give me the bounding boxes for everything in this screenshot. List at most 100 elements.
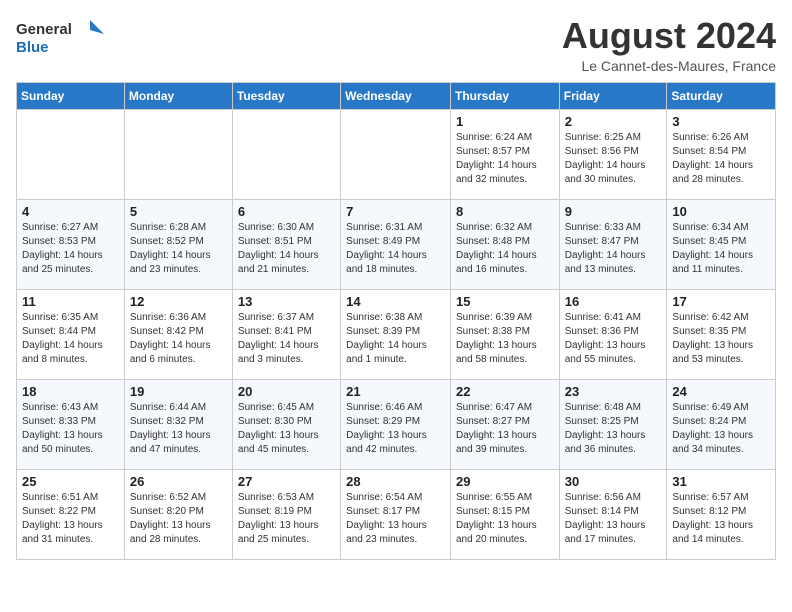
svg-text:Blue: Blue [16,39,49,56]
day-info: Sunrise: 6:39 AMSunset: 8:38 PMDaylight:… [456,311,554,367]
month-title: August 2024 [562,16,776,56]
calendar-cell: 25 Sunrise: 6:51 AMSunset: 8:22 PMDayligh… [17,469,125,559]
day-info: Sunrise: 6:41 AMSunset: 8:36 PMDaylight:… [565,311,662,367]
day-info: Sunrise: 6:32 AMSunset: 8:48 PMDaylight:… [456,221,554,277]
calendar-cell: 27 Sunrise: 6:53 AMSunset: 8:19 PMDayligh… [232,469,340,559]
day-info: Sunrise: 6:56 AMSunset: 8:14 PMDaylight:… [565,491,662,547]
day-info: Sunrise: 6:51 AMSunset: 8:22 PMDaylight:… [22,491,119,547]
day-number: 30 [565,474,662,489]
day-info: Sunrise: 6:45 AMSunset: 8:30 PMDaylight:… [238,401,335,457]
calendar-week-row: 1 Sunrise: 6:24 AMSunset: 8:57 PMDaylight… [17,109,776,199]
day-number: 11 [22,294,119,309]
calendar-cell: 5 Sunrise: 6:28 AMSunset: 8:52 PMDaylight… [124,199,232,289]
day-number: 2 [565,114,662,129]
header-row: SundayMondayTuesdayWednesdayThursdayFrid… [17,82,776,109]
day-info: Sunrise: 6:33 AMSunset: 8:47 PMDaylight:… [565,221,662,277]
day-info: Sunrise: 6:47 AMSunset: 8:27 PMDaylight:… [456,401,554,457]
day-info: Sunrise: 6:35 AMSunset: 8:44 PMDaylight:… [22,311,119,367]
weekday-header: Tuesday [232,82,340,109]
calendar-week-row: 18 Sunrise: 6:43 AMSunset: 8:33 PMDayligh… [17,379,776,469]
day-number: 1 [456,114,554,129]
day-info: Sunrise: 6:25 AMSunset: 8:56 PMDaylight:… [565,131,662,187]
day-info: Sunrise: 6:36 AMSunset: 8:42 PMDaylight:… [130,311,227,367]
weekday-header: Monday [124,82,232,109]
calendar-cell: 24 Sunrise: 6:49 AMSunset: 8:24 PMDayligh… [667,379,776,469]
calendar-table: SundayMondayTuesdayWednesdayThursdayFrid… [16,82,776,560]
calendar-cell [232,109,340,199]
day-info: Sunrise: 6:48 AMSunset: 8:25 PMDaylight:… [565,401,662,457]
day-info: Sunrise: 6:49 AMSunset: 8:24 PMDaylight:… [672,401,770,457]
day-number: 14 [346,294,445,309]
calendar-cell: 28 Sunrise: 6:54 AMSunset: 8:17 PMDayligh… [341,469,451,559]
calendar-cell [341,109,451,199]
calendar-cell: 3 Sunrise: 6:26 AMSunset: 8:54 PMDaylight… [667,109,776,199]
calendar-cell: 8 Sunrise: 6:32 AMSunset: 8:48 PMDaylight… [450,199,559,289]
day-number: 28 [346,474,445,489]
calendar-cell: 17Sunrise: 6:42 AMSunset: 8:35 PMDayligh… [667,289,776,379]
day-info: Sunrise: 6:55 AMSunset: 8:15 PMDaylight:… [456,491,554,547]
calendar-cell: 13Sunrise: 6:37 AMSunset: 8:41 PMDayligh… [232,289,340,379]
day-info: Sunrise: 6:34 AMSunset: 8:45 PMDaylight:… [672,221,770,277]
day-info: Sunrise: 6:26 AMSunset: 8:54 PMDaylight:… [672,131,770,187]
day-number: 12 [130,294,227,309]
day-number: 29 [456,474,554,489]
calendar-cell: 23 Sunrise: 6:48 AMSunset: 8:25 PMDayligh… [559,379,667,469]
day-info: Sunrise: 6:38 AMSunset: 8:39 PMDaylight:… [346,311,445,367]
day-info: Sunrise: 6:54 AMSunset: 8:17 PMDaylight:… [346,491,445,547]
calendar-cell: 2 Sunrise: 6:25 AMSunset: 8:56 PMDaylight… [559,109,667,199]
weekday-header: Saturday [667,82,776,109]
location: Le Cannet-des-Maures, France [562,58,776,74]
calendar-cell: 26 Sunrise: 6:52 AMSunset: 8:20 PMDayligh… [124,469,232,559]
logo-svg: General Blue [16,16,106,60]
calendar-cell: 22 Sunrise: 6:47 AMSunset: 8:27 PMDayligh… [450,379,559,469]
day-info: Sunrise: 6:53 AMSunset: 8:19 PMDaylight:… [238,491,335,547]
calendar-cell: 16Sunrise: 6:41 AMSunset: 8:36 PMDayligh… [559,289,667,379]
day-number: 21 [346,384,445,399]
day-number: 6 [238,204,335,219]
calendar-cell: 6 Sunrise: 6:30 AMSunset: 8:51 PMDaylight… [232,199,340,289]
day-number: 24 [672,384,770,399]
calendar-cell: 21 Sunrise: 6:46 AMSunset: 8:29 PMDayligh… [341,379,451,469]
calendar-cell: 10 Sunrise: 6:34 AMSunset: 8:45 PMDayligh… [667,199,776,289]
calendar-cell: 30 Sunrise: 6:56 AMSunset: 8:14 PMDayligh… [559,469,667,559]
calendar-week-row: 4 Sunrise: 6:27 AMSunset: 8:53 PMDaylight… [17,199,776,289]
day-info: Sunrise: 6:57 AMSunset: 8:12 PMDaylight:… [672,491,770,547]
calendar-cell: 31Sunrise: 6:57 AMSunset: 8:12 PMDayligh… [667,469,776,559]
day-info: Sunrise: 6:43 AMSunset: 8:33 PMDaylight:… [22,401,119,457]
calendar-cell: 9 Sunrise: 6:33 AMSunset: 8:47 PMDaylight… [559,199,667,289]
day-info: Sunrise: 6:46 AMSunset: 8:29 PMDaylight:… [346,401,445,457]
day-info: Sunrise: 6:52 AMSunset: 8:20 PMDaylight:… [130,491,227,547]
day-number: 23 [565,384,662,399]
weekday-header: Thursday [450,82,559,109]
svg-text:General: General [16,21,72,38]
day-info: Sunrise: 6:31 AMSunset: 8:49 PMDaylight:… [346,221,445,277]
weekday-header: Friday [559,82,667,109]
day-number: 25 [22,474,119,489]
weekday-header: Sunday [17,82,125,109]
calendar-cell: 20Sunrise: 6:45 AMSunset: 8:30 PMDayligh… [232,379,340,469]
calendar-cell: 1 Sunrise: 6:24 AMSunset: 8:57 PMDaylight… [450,109,559,199]
day-number: 27 [238,474,335,489]
day-info: Sunrise: 6:24 AMSunset: 8:57 PMDaylight:… [456,131,554,187]
day-number: 10 [672,204,770,219]
day-number: 22 [456,384,554,399]
day-info: Sunrise: 6:28 AMSunset: 8:52 PMDaylight:… [130,221,227,277]
weekday-header: Wednesday [341,82,451,109]
day-number: 3 [672,114,770,129]
day-info: Sunrise: 6:27 AMSunset: 8:53 PMDaylight:… [22,221,119,277]
day-number: 9 [565,204,662,219]
calendar-cell: 4 Sunrise: 6:27 AMSunset: 8:53 PMDaylight… [17,199,125,289]
day-number: 4 [22,204,119,219]
calendar-cell: 29 Sunrise: 6:55 AMSunset: 8:15 PMDayligh… [450,469,559,559]
calendar-week-row: 25 Sunrise: 6:51 AMSunset: 8:22 PMDayligh… [17,469,776,559]
day-info: Sunrise: 6:30 AMSunset: 8:51 PMDaylight:… [238,221,335,277]
day-number: 7 [346,204,445,219]
day-number: 18 [22,384,119,399]
day-number: 5 [130,204,227,219]
calendar-cell: 14 Sunrise: 6:38 AMSunset: 8:39 PMDayligh… [341,289,451,379]
day-number: 17 [672,294,770,309]
title-block: August 2024 Le Cannet-des-Maures, France [562,16,776,74]
calendar-week-row: 11 Sunrise: 6:35 AMSunset: 8:44 PMDayligh… [17,289,776,379]
day-number: 8 [456,204,554,219]
day-number: 26 [130,474,227,489]
